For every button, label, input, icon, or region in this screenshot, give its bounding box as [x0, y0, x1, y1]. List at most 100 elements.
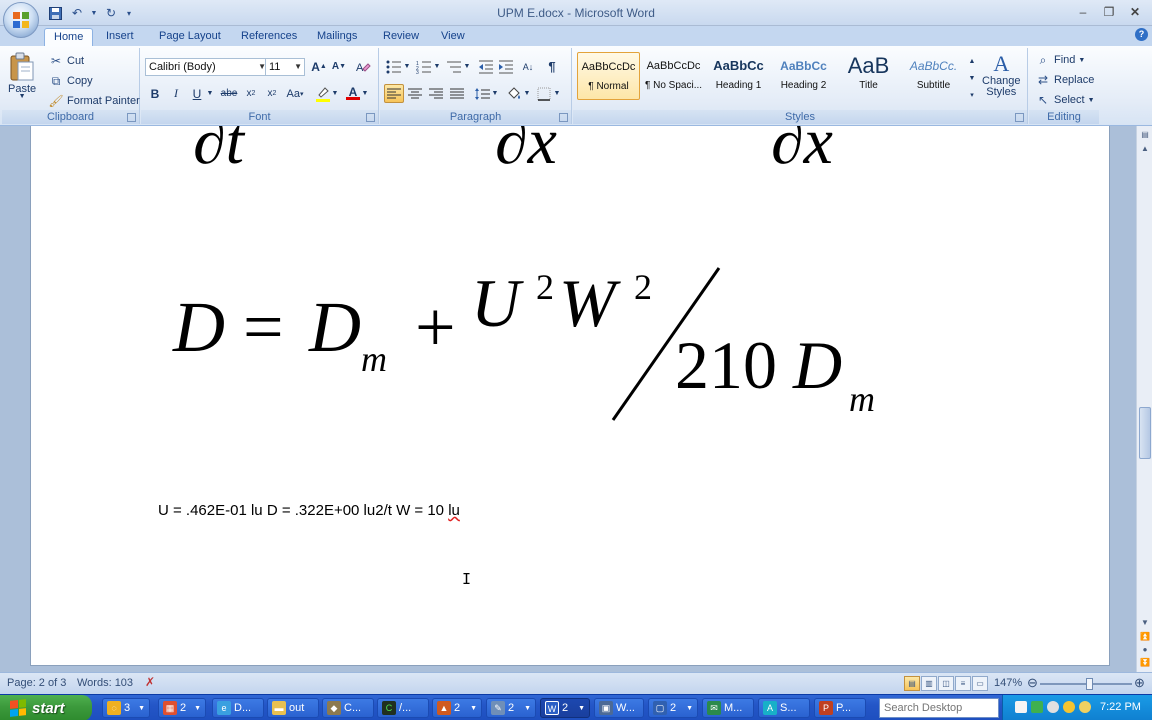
style-normal[interactable]: AaBbCcDc ¶ Normal — [577, 52, 640, 100]
values-text-line[interactable]: U = .462E-01 lu D = .322E+00 lu2/t W = 1… — [158, 502, 460, 519]
font-size-combo[interactable]: 11 ▼ — [265, 58, 305, 76]
task-button[interactable]: ▲ 2 ▼ — [432, 698, 482, 718]
italic-button[interactable]: I — [166, 84, 186, 103]
multilevel-dropdown-icon[interactable]: ▼ — [462, 57, 472, 76]
cut-button[interactable]: ✂ Cut — [48, 53, 84, 69]
close-icon[interactable]: ✕ — [1122, 2, 1148, 22]
task-button[interactable]: ✉ M... — [702, 698, 754, 718]
tab-references[interactable]: References — [232, 28, 306, 46]
borders-dropdown-icon[interactable]: ▼ — [552, 84, 562, 103]
decrease-indent-button[interactable] — [476, 57, 496, 76]
subscript-button[interactable]: x2 — [241, 84, 261, 103]
font-name-combo[interactable]: Calibri (Body) ▼ — [145, 58, 269, 76]
shrink-font-button[interactable]: A ▼ — [329, 57, 349, 76]
previous-page-icon[interactable]: ⏫ — [1138, 630, 1152, 644]
web-layout-icon[interactable]: ◫ — [938, 676, 954, 691]
numbering-button[interactable]: 123 — [414, 57, 434, 76]
change-styles-button[interactable]: A Change Styles — [982, 52, 1021, 98]
superscript-button[interactable]: x2 — [262, 84, 282, 103]
style-title[interactable]: AaB Title — [837, 52, 900, 100]
messenger-icon[interactable] — [1063, 701, 1075, 713]
styles-more-icon[interactable]: ▾ — [966, 88, 978, 102]
borders-button[interactable] — [534, 84, 554, 103]
scroll-thumb[interactable] — [1139, 407, 1151, 459]
zoom-in-icon[interactable]: ⊕ — [1134, 675, 1145, 691]
task-button[interactable]: ▬ out — [267, 698, 319, 718]
change-case-button[interactable]: Aa ▾ — [285, 84, 305, 103]
style-heading-1[interactable]: AaBbCc Heading 1 — [707, 52, 770, 100]
shield-icon[interactable] — [1015, 701, 1027, 713]
line-spacing-dropdown-icon[interactable]: ▼ — [490, 84, 500, 103]
task-button[interactable]: e D... — [212, 698, 264, 718]
bold-button[interactable]: B — [145, 84, 165, 103]
tab-mailings[interactable]: Mailings — [308, 28, 366, 46]
minimize-icon[interactable]: – — [1070, 2, 1096, 22]
paragraph-launcher-icon[interactable] — [559, 113, 568, 122]
underline-button[interactable]: U — [187, 84, 207, 103]
tab-home[interactable]: Home — [44, 28, 94, 46]
style-no-spacing[interactable]: AaBbCcDc ¶ No Spaci... — [642, 52, 705, 100]
office-button[interactable] — [3, 2, 39, 38]
vertical-scrollbar[interactable]: ▤ ▲ ▼ ⏫ ● ⏬ — [1136, 126, 1152, 672]
select-button[interactable]: ↖ Select ▼ — [1035, 92, 1095, 108]
styles-scroll-up-icon[interactable]: ▲ — [966, 54, 978, 68]
font-launcher-icon[interactable] — [366, 113, 375, 122]
replace-button[interactable]: ⇄ Replace — [1035, 72, 1094, 88]
line-spacing-button[interactable] — [472, 84, 492, 103]
grow-font-button[interactable]: A ▲ — [309, 57, 329, 76]
clock[interactable]: 7:22 PM — [1100, 701, 1141, 713]
volume-icon[interactable] — [1047, 701, 1059, 713]
styles-launcher-icon[interactable] — [1015, 113, 1024, 122]
tab-view[interactable]: View — [432, 28, 474, 46]
align-right-button[interactable] — [426, 84, 446, 103]
browse-object-icon[interactable]: ● — [1138, 643, 1152, 657]
format-painter-button[interactable]: 🖌 Format Painter — [48, 93, 139, 109]
zoom-slider-thumb[interactable] — [1086, 678, 1093, 690]
proofing-icon[interactable]: ✗ — [145, 675, 155, 689]
shading-dropdown-icon[interactable]: ▼ — [522, 84, 532, 103]
highlight-dropdown-icon[interactable]: ▼ — [330, 84, 340, 103]
search-desktop-input[interactable] — [879, 698, 999, 718]
increase-indent-button[interactable] — [496, 57, 516, 76]
ruler-toggle-icon[interactable]: ▤ — [1138, 128, 1152, 142]
task-button[interactable]: C/... — [377, 698, 429, 718]
tab-insert[interactable]: Insert — [97, 28, 143, 46]
find-button[interactable]: ⌕ Find ▼ — [1035, 52, 1086, 68]
underline-dropdown-icon[interactable]: ▼ — [205, 84, 215, 103]
draft-icon[interactable]: ▭ — [972, 676, 988, 691]
task-button[interactable]: ◆ C... — [322, 698, 374, 718]
tab-review[interactable]: Review — [374, 28, 428, 46]
network-icon[interactable] — [1031, 701, 1043, 713]
page-count[interactable]: Page: 2 of 3 — [7, 677, 66, 689]
styles-scroll-down-icon[interactable]: ▼ — [966, 71, 978, 85]
document-page[interactable]: ∂t ∂x ∂x D = D m + U 2 W 2 210 D m U = .… — [30, 126, 1110, 666]
justify-button[interactable] — [447, 84, 467, 103]
style-subtitle[interactable]: AaBbCc. Subtitle — [902, 52, 965, 100]
word-count[interactable]: Words: 103 — [77, 677, 133, 689]
clipboard-launcher-icon[interactable] — [127, 113, 136, 122]
align-left-button[interactable] — [384, 84, 404, 103]
shading-button[interactable] — [504, 84, 524, 103]
tab-page-layout[interactable]: Page Layout — [150, 28, 230, 46]
align-center-button[interactable] — [405, 84, 425, 103]
multilevel-list-button[interactable] — [444, 57, 464, 76]
clear-formatting-button[interactable]: A — [353, 57, 373, 76]
full-screen-reading-icon[interactable]: ▥ — [921, 676, 937, 691]
zoom-level[interactable]: 147% — [994, 677, 1022, 689]
help-icon[interactable]: ? — [1135, 28, 1148, 41]
strikethrough-button[interactable]: abe — [219, 84, 239, 103]
bullets-button[interactable] — [384, 57, 404, 76]
task-button-active[interactable]: W 2 ▼ — [540, 698, 590, 718]
scroll-down-icon[interactable]: ▼ — [1138, 616, 1152, 630]
zoom-out-icon[interactable]: ⊖ — [1027, 675, 1038, 691]
bullets-dropdown-icon[interactable]: ▼ — [402, 57, 412, 76]
task-button[interactable]: ▢ 2 ▼ — [648, 698, 698, 718]
task-button[interactable]: ✎ 2 ▼ — [486, 698, 536, 718]
numbering-dropdown-icon[interactable]: ▼ — [432, 57, 442, 76]
style-heading-2[interactable]: AaBbCc Heading 2 — [772, 52, 835, 100]
smiley-icon[interactable] — [1079, 701, 1091, 713]
outline-icon[interactable]: ≡ — [955, 676, 971, 691]
show-formatting-button[interactable]: ¶ — [542, 57, 562, 76]
paste-button[interactable]: Paste ▼ — [8, 52, 36, 100]
task-button[interactable]: ▣ W... — [594, 698, 644, 718]
